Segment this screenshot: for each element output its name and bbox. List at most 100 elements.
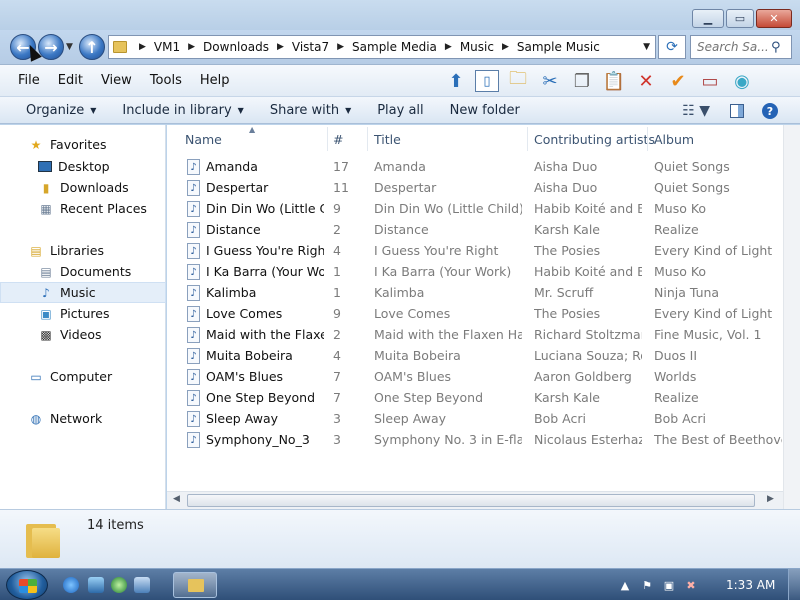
file-name: Symphony_No_3 <box>206 432 310 447</box>
chevron-down-icon[interactable]: ▼ <box>643 42 650 52</box>
up-button[interactable]: ↑ <box>79 34 105 60</box>
chevron-right-icon[interactable]: ▶ <box>337 42 344 52</box>
column-divider[interactable] <box>527 127 528 151</box>
delete-icon[interactable]: ✕ <box>633 68 659 94</box>
internet-explorer-icon[interactable] <box>63 577 79 593</box>
file-row[interactable]: ♪ Amanda 17 Amanda Aisha Duo Quiet Songs <box>167 157 783 178</box>
volume-muted-icon[interactable]: ✖ <box>684 578 698 592</box>
breadcrumb-music[interactable]: Music <box>460 40 494 54</box>
nav-favorites[interactable]: ★ Favorites <box>0 134 166 155</box>
search-box[interactable]: ⚲ <box>690 35 792 59</box>
menu-edit[interactable]: Edit <box>49 73 92 88</box>
preview-pane-icon[interactable]: ▯ <box>475 70 499 92</box>
taskbar-explorer-button[interactable] <box>173 572 217 598</box>
view-options-icon[interactable]: ☷ ▼ <box>682 103 710 119</box>
cut-icon[interactable]: ✂ <box>537 68 563 94</box>
address-bar[interactable]: ▶ VM1 ▶ Downloads ▶ Vista7 ▶ Sample Medi… <box>108 35 656 59</box>
recent-pages-dropdown[interactable]: ▼ <box>66 42 73 52</box>
file-row[interactable]: ♪ Symphony_No_3 3 Symphony No. 3 in E-fl… <box>167 430 783 451</box>
show-desktop-button[interactable] <box>788 569 800 600</box>
clock[interactable]: 1:33 AM <box>726 578 775 592</box>
preview-pane-toggle-icon[interactable] <box>730 104 744 118</box>
menu-help[interactable]: Help <box>191 73 239 88</box>
nav-computer[interactable]: ▭ Computer <box>0 366 166 387</box>
chevron-right-icon[interactable]: ▶ <box>188 42 195 52</box>
check-icon[interactable]: ✔ <box>665 68 691 94</box>
column-divider[interactable] <box>327 127 328 151</box>
nav-recent-places[interactable]: ▦ Recent Places <box>0 198 166 219</box>
show-hidden-icons-icon[interactable]: ▲ <box>618 578 632 592</box>
folder-options-icon[interactable]: 🗀 <box>505 68 531 94</box>
column-divider[interactable] <box>647 127 648 151</box>
scroll-left-icon[interactable]: ◀ <box>173 494 180 504</box>
switch-windows-icon[interactable] <box>134 577 150 593</box>
scroll-right-icon[interactable]: ▶ <box>767 494 774 504</box>
chevron-right-icon[interactable]: ▶ <box>445 42 452 52</box>
close-button[interactable]: ✕ <box>756 9 792 28</box>
organize-button[interactable]: Organize ▼ <box>26 103 96 118</box>
chevron-down-icon: ▼ <box>90 105 97 115</box>
file-row[interactable]: ♪ Sleep Away 3 Sleep Away Bob Acri Bob A… <box>167 409 783 430</box>
breadcrumb-vm1[interactable]: VM1 <box>154 40 180 54</box>
column-header-number[interactable]: # <box>333 132 343 147</box>
breadcrumb-downloads[interactable]: Downloads <box>203 40 269 54</box>
help-icon[interactable]: ? <box>762 103 778 119</box>
search-input[interactable] <box>691 40 769 54</box>
menu-tools[interactable]: Tools <box>141 73 191 88</box>
chevron-right-icon[interactable]: ▶ <box>277 42 284 52</box>
file-row[interactable]: ♪ Distance 2 Distance Karsh Kale Realize <box>167 220 783 241</box>
refresh-button[interactable]: ⟳ <box>658 35 686 59</box>
column-header-artists[interactable]: Contributing artists <box>534 132 655 147</box>
file-row[interactable]: ♪ OAM's Blues 7 OAM's Blues Aaron Goldbe… <box>167 367 783 388</box>
show-desktop-icon[interactable] <box>88 577 104 593</box>
nav-documents[interactable]: ▤ Documents <box>0 261 166 282</box>
network-icon[interactable]: ▣ <box>662 578 676 592</box>
menu-view[interactable]: View <box>92 73 141 88</box>
copy-icon[interactable]: ❐ <box>569 68 595 94</box>
nav-network[interactable]: ◍ Network <box>0 408 166 429</box>
file-row[interactable]: ♪ Din Din Wo (Little C... 9 Din Din Wo (… <box>167 199 783 220</box>
file-row[interactable]: ♪ Muita Bobeira 4 Muita Bobeira Luciana … <box>167 346 783 367</box>
play-all-button[interactable]: Play all <box>377 103 423 118</box>
maximize-button[interactable]: ▭ <box>726 9 754 28</box>
new-folder-button[interactable]: New folder <box>450 103 520 118</box>
nav-pictures[interactable]: ▣ Pictures <box>0 303 166 324</box>
column-header-title[interactable]: Title <box>374 132 401 147</box>
file-row[interactable]: ♪ Love Comes 9 Love Comes The Posies Eve… <box>167 304 783 325</box>
breadcrumb-vista7[interactable]: Vista7 <box>292 40 329 54</box>
column-header-name[interactable]: Name <box>185 132 222 147</box>
column-header-album[interactable]: Album <box>654 132 694 147</box>
properties-icon[interactable]: ▭ <box>697 68 723 94</box>
minimize-button[interactable]: ▁ <box>692 9 724 28</box>
start-button[interactable] <box>6 570 48 600</box>
scrollbar-thumb[interactable] <box>187 494 755 507</box>
horizontal-scrollbar[interactable]: ◀ ▶ <box>167 491 783 509</box>
track-album: Muso Ko <box>654 264 707 279</box>
file-row[interactable]: ♪ I Guess You're Right 4 I Guess You're … <box>167 241 783 262</box>
share-with-button[interactable]: Share with ▼ <box>270 103 351 118</box>
search-icon[interactable]: ⚲ <box>771 40 781 55</box>
paste-icon[interactable]: 📋 <box>601 68 627 94</box>
nav-libraries[interactable]: ▤ Libraries <box>0 240 166 261</box>
file-row[interactable]: ♪ One Step Beyond 7 One Step Beyond Kars… <box>167 388 783 409</box>
media-player-icon[interactable] <box>111 577 127 593</box>
up-folder-icon[interactable]: ⬆ <box>443 68 469 94</box>
file-row[interactable]: ♪ Despertar 11 Despertar Aisha Duo Quiet… <box>167 178 783 199</box>
column-divider[interactable] <box>367 127 368 151</box>
file-row[interactable]: ♪ I Ka Barra (Your Wo... 1 I Ka Barra (Y… <box>167 262 783 283</box>
file-row[interactable]: ♪ Kalimba 1 Kalimba Mr. Scruff Ninja Tun… <box>167 283 783 304</box>
file-row[interactable]: ♪ Maid with the Flaxe... 2 Maid with the… <box>167 325 783 346</box>
nav-desktop[interactable]: Desktop <box>0 156 166 177</box>
chevron-right-icon[interactable]: ▶ <box>502 42 509 52</box>
shell-icon[interactable]: ◉ <box>729 68 755 94</box>
nav-videos[interactable]: ▩ Videos <box>0 324 166 345</box>
chevron-right-icon[interactable]: ▶ <box>139 42 146 52</box>
include-in-library-button[interactable]: Include in library ▼ <box>122 103 243 118</box>
nav-music[interactable]: ♪ Music <box>0 282 166 303</box>
track-artist: Karsh Kale <box>534 390 600 405</box>
action-center-flag-icon[interactable]: ⚑ <box>640 578 654 592</box>
breadcrumb-sample-music[interactable]: Sample Music <box>517 40 600 54</box>
breadcrumb-sample-media[interactable]: Sample Media <box>352 40 437 54</box>
nav-downloads[interactable]: ▮ Downloads <box>0 177 166 198</box>
menu-file[interactable]: File <box>0 73 49 88</box>
